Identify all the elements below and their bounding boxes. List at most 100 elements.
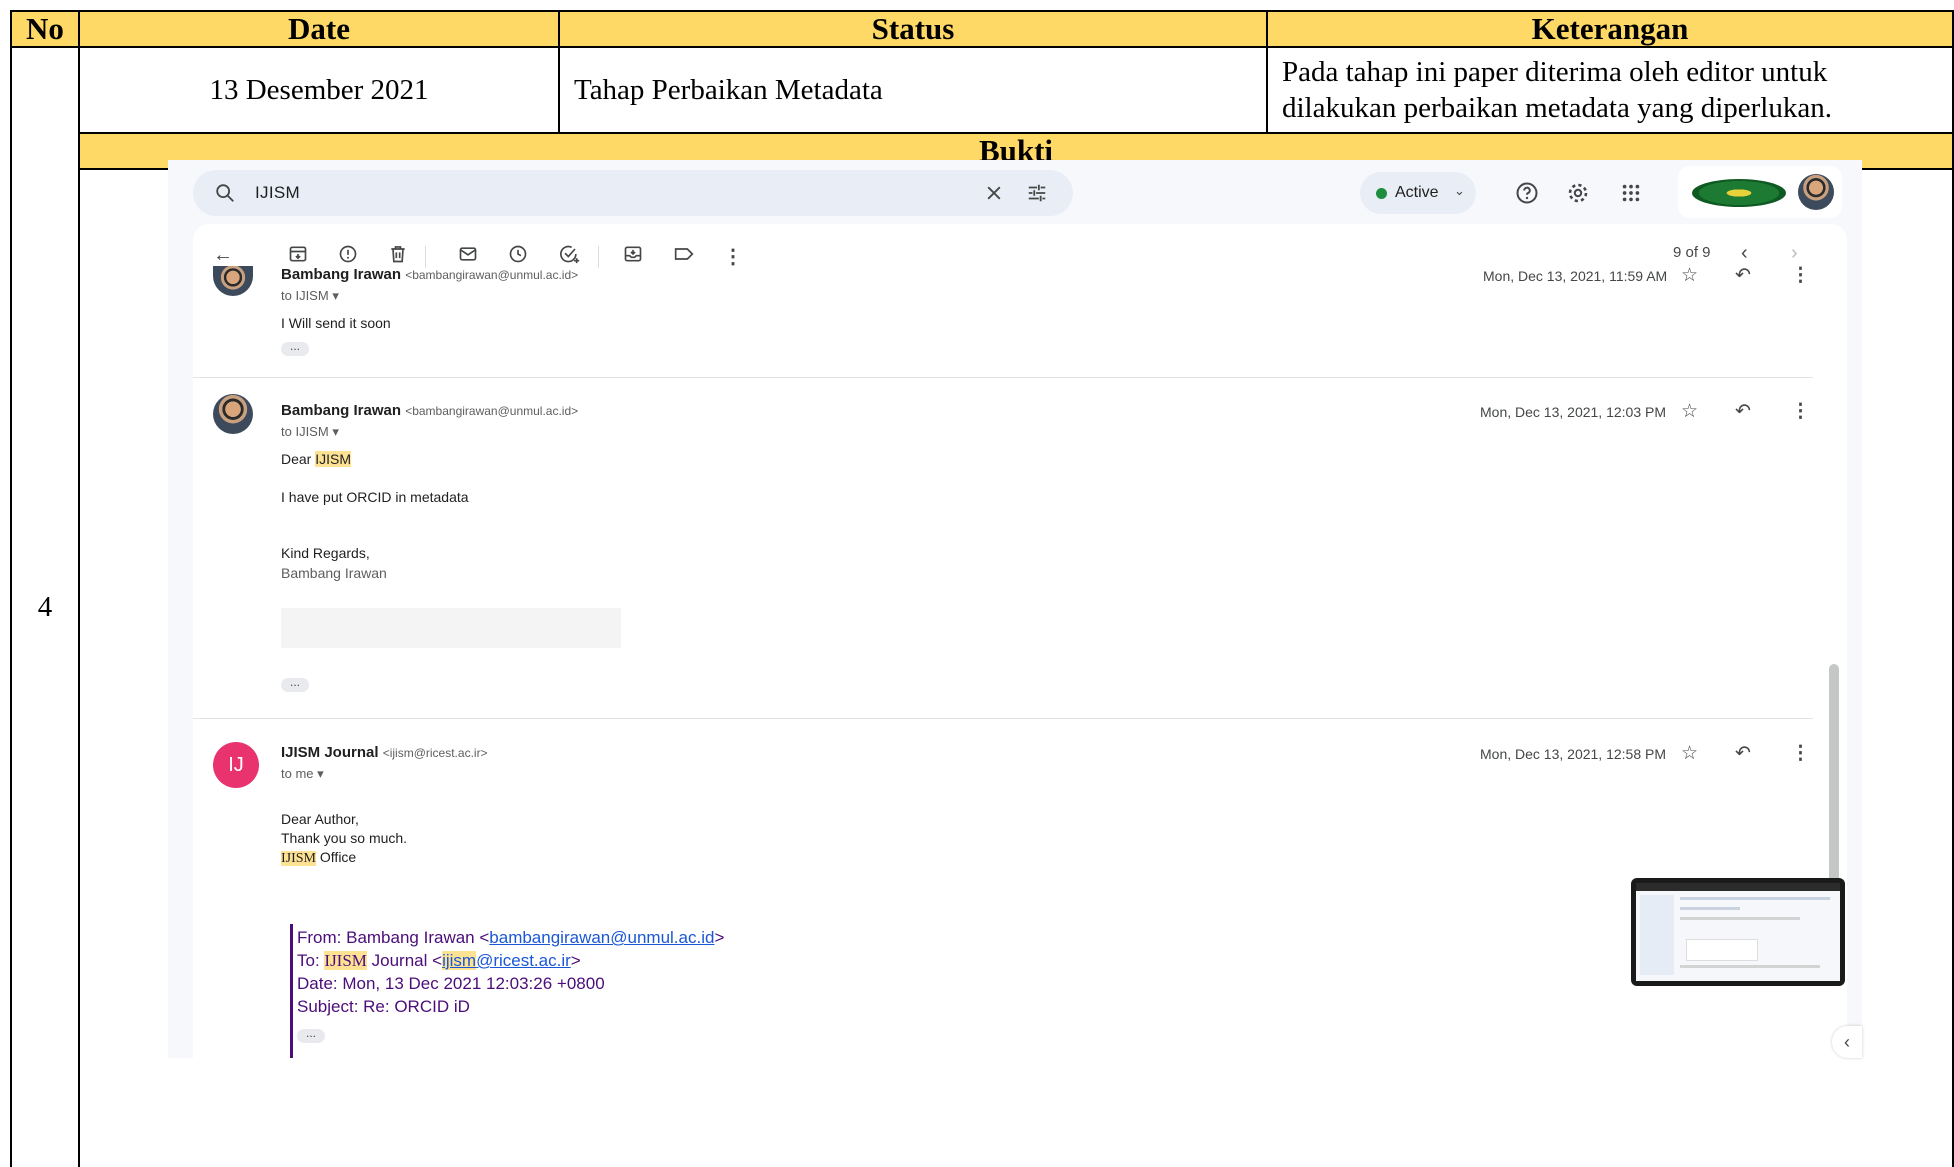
search-input[interactable]: IJISM — [255, 183, 300, 203]
message-date: Mon, Dec 13, 2021, 12:03 PM — [1480, 404, 1666, 420]
status-label: Active — [1395, 184, 1439, 201]
show-trimmed-button[interactable]: ... — [281, 676, 309, 692]
next-icon[interactable]: › — [1791, 242, 1798, 265]
move-to-icon[interactable] — [623, 244, 643, 270]
chevron-down-icon: ▾ — [332, 424, 339, 439]
more-icon[interactable]: ⋮ — [723, 244, 743, 269]
row-number: 4 — [37, 591, 53, 623]
recipient-line[interactable]: to IJISM ▾ — [281, 424, 339, 440]
more-icon[interactable]: ⋮ — [1791, 742, 1810, 765]
chevron-down-icon: ▾ — [332, 288, 339, 303]
thumbnail-content — [1636, 883, 1840, 981]
reply-icon[interactable]: ↶ — [1735, 400, 1751, 423]
highlighted-term: IJISM — [315, 451, 352, 467]
email-panel: ← ⋮ 9 of 9 ‹ › Bambang Irawan <bambangir… — [193, 224, 1847, 1058]
message-date: Mon, Dec 13, 2021, 12:58 PM — [1480, 746, 1666, 762]
to-email-link[interactable]: ijism@ricest.ac.ir — [442, 951, 571, 970]
more-icon[interactable]: ⋮ — [1791, 264, 1810, 287]
sender-avatar — [213, 266, 253, 296]
date-cell: 13 Desember 2021 — [78, 46, 560, 134]
search-bar[interactable]: IJISM — [193, 170, 1073, 216]
header-keterangan: Keterangan — [1266, 10, 1954, 48]
show-trimmed-button[interactable]: ... — [297, 1027, 325, 1043]
page-counter: 9 of 9 — [1673, 244, 1711, 261]
header-date: Date — [78, 10, 560, 48]
blank-attachment-placeholder — [281, 608, 621, 648]
message-body: I Will send it soon — [281, 315, 391, 331]
message-line-3: IJISM Office — [281, 848, 356, 868]
star-icon[interactable]: ☆ — [1681, 742, 1698, 765]
back-arrow-icon[interactable]: ← — [213, 244, 233, 267]
sender-line: IJISM Journal <ijism@ricest.ac.ir> — [281, 744, 488, 761]
highlighted-term: IJISM — [281, 851, 317, 866]
signature: Bambang Irawan — [281, 565, 387, 581]
sender-email: <bambangirawan@unmul.ac.id> — [405, 404, 579, 418]
sender-line: Bambang Irawan <bambangirawan@unmul.ac.i… — [281, 402, 578, 419]
account-area[interactable] — [1678, 166, 1842, 218]
sender-avatar-initials: IJ — [213, 742, 259, 788]
signoff: Kind Regards, — [281, 545, 370, 561]
filter-icon[interactable] — [1023, 179, 1051, 207]
apps-icon[interactable] — [1616, 178, 1646, 208]
settings-icon[interactable] — [1563, 178, 1593, 208]
sender-email: <bambangirawan@unmul.ac.id> — [405, 268, 579, 282]
sender-name: Bambang Irawan — [281, 266, 402, 283]
scrollbar-thumb[interactable] — [1829, 664, 1839, 914]
prev-icon[interactable]: ‹ — [1741, 242, 1748, 265]
side-panel-toggle-icon[interactable]: ‹ — [1832, 1026, 1862, 1058]
from-email-link[interactable]: bambangirawan@unmul.ac.id — [489, 928, 714, 947]
reply-icon[interactable]: ↶ — [1735, 742, 1751, 765]
recipient-text: to me — [281, 766, 314, 781]
toolbar-divider — [598, 246, 599, 268]
active-status-dot — [1376, 188, 1387, 199]
chevron-down-icon: ▾ — [317, 766, 324, 781]
show-trimmed-button[interactable]: ... — [281, 340, 309, 356]
header-no: No — [10, 10, 80, 48]
greeting-text: Dear — [281, 451, 316, 467]
greeting-line: Dear IJISM — [281, 450, 352, 469]
recipient-text: to IJISM — [281, 288, 329, 303]
gmail-screenshot: IJISM Active ⌄ ← ⋮ 9 of 9 ‹ › Bambang Ir… — [168, 160, 1862, 1058]
quoted-from: From: Bambang Irawan <bambangirawan@unmu… — [297, 928, 725, 947]
keterangan-line-1: Pada tahap ini paper diterima oleh edito… — [1282, 56, 1828, 88]
help-icon[interactable] — [1512, 178, 1542, 208]
star-icon[interactable]: ☆ — [1681, 264, 1698, 287]
search-icon[interactable] — [211, 179, 239, 207]
account-avatar[interactable] — [1798, 174, 1834, 210]
quoted-subject: Subject: Re: ORCID iD — [297, 997, 470, 1016]
more-icon[interactable]: ⋮ — [1791, 400, 1810, 423]
recipient-line[interactable]: to me ▾ — [281, 766, 324, 782]
row-number-cell: 4 — [10, 46, 80, 1167]
office-suffix: Office — [316, 849, 357, 865]
keterangan-line-2: dilakukan perbaikan metadata yang diperl… — [1282, 92, 1832, 124]
message-separator — [193, 718, 1813, 719]
organization-logo — [1692, 179, 1786, 207]
message-separator — [193, 377, 1813, 378]
keterangan-cell: Pada tahap ini paper diterima oleh edito… — [1266, 46, 1954, 134]
status-cell: Tahap Perbaikan Metadata — [558, 46, 1268, 134]
star-icon[interactable]: ☆ — [1681, 400, 1698, 423]
screenshot-thumbnail[interactable] — [1631, 878, 1845, 986]
toolbar-divider — [425, 246, 426, 268]
sender-email: <ijism@ricest.ac.ir> — [382, 746, 488, 760]
quoted-date: Date: Mon, 13 Dec 2021 12:03:26 +0800 — [297, 974, 605, 993]
label-icon[interactable] — [673, 244, 695, 270]
date-value: 13 Desember 2021 — [209, 73, 429, 106]
recipient-line[interactable]: to IJISM ▾ — [281, 288, 339, 304]
quoted-header: From: Bambang Irawan <bambangirawan@unmu… — [297, 926, 724, 1018]
recipient-text: to IJISM — [281, 424, 329, 439]
status-dropdown[interactable]: Active ⌄ — [1360, 172, 1476, 214]
close-icon[interactable] — [980, 179, 1008, 207]
reply-icon[interactable]: ↶ — [1735, 264, 1751, 287]
chevron-down-icon: ⌄ — [1454, 183, 1465, 198]
sender-avatar — [213, 394, 253, 434]
message-body: I have put ORCID in metadata — [281, 489, 469, 505]
quote-bar — [290, 924, 293, 1058]
message-date: Mon, Dec 13, 2021, 11:59 AM — [1483, 268, 1668, 284]
sender-line: Bambang Irawan <bambangirawan@unmul.ac.i… — [281, 266, 578, 283]
header-status: Status — [558, 10, 1268, 48]
sender-name: Bambang Irawan — [281, 402, 402, 419]
status-value: Tahap Perbaikan Metadata — [574, 73, 883, 106]
message-line-1: Dear Author, — [281, 811, 359, 827]
message-line-2: Thank you so much. — [281, 830, 408, 846]
